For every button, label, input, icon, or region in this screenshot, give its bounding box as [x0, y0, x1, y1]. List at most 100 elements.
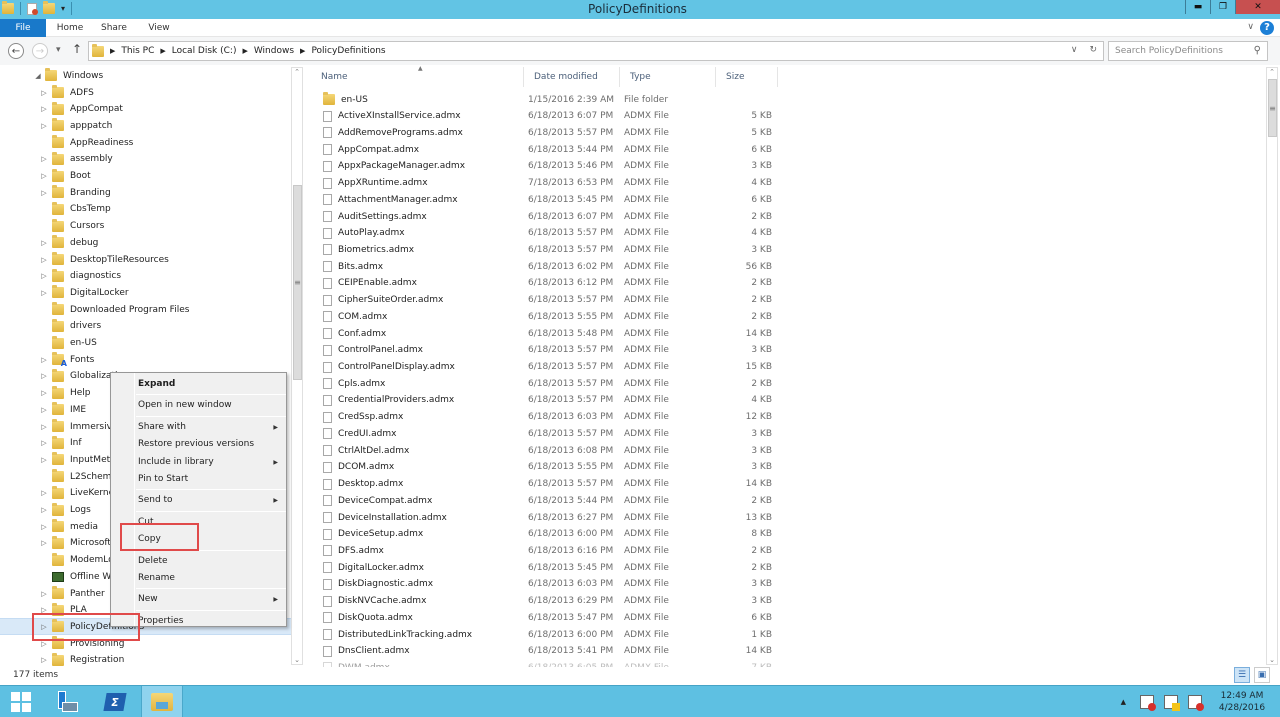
expand-arrow-icon[interactable]: ▷ — [40, 590, 48, 598]
file-row[interactable]: Biometrics.admx 6/18/2013 5:57 PM ADMX Fil… — [305, 241, 785, 258]
file-row[interactable]: AddRemovePrograms.admx 6/18/2013 5:57 PM A… — [305, 124, 785, 141]
tree-item[interactable]: CbsTemp — [0, 201, 291, 218]
breadcrumb-local-disk[interactable]: Local Disk (C:) — [172, 46, 237, 56]
file-row[interactable]: DFS.admx 6/18/2013 6:16 PM ADMX File 2 KB — [305, 542, 785, 559]
file-row[interactable]: DiskQuota.admx 6/18/2013 5:47 PM ADMX File… — [305, 609, 785, 626]
expand-arrow-icon[interactable]: ▷ — [40, 155, 48, 163]
file-row[interactable]: DWM.admx6/18/2013 6:05 PMADMX File7 KB — [305, 659, 785, 667]
menu-item-pin-to-start[interactable]: Pin to Start — [138, 471, 286, 488]
file-row[interactable]: Bits.admx 6/18/2013 6:02 PM ADMX File 56 KB — [305, 258, 785, 275]
chevron-right-icon[interactable]: ▶ — [300, 47, 305, 55]
expand-arrow-icon[interactable]: ▷ — [40, 356, 48, 364]
menu-item-send-to[interactable]: Send to ▶ — [138, 492, 286, 509]
back-button[interactable]: ← — [8, 43, 24, 59]
file-row[interactable]: DiskDiagnostic.admx 6/18/2013 6:03 PM ADMX… — [305, 576, 785, 593]
volume-icon[interactable] — [1188, 694, 1204, 711]
expand-arrow-icon[interactable]: ▷ — [40, 489, 48, 497]
clock[interactable]: 12:49 AM 4/28/2016 — [1212, 690, 1272, 714]
file-row[interactable]: AttachmentManager.admx 6/18/2013 5:45 PM A… — [305, 191, 785, 208]
file-row[interactable]: CEIPEnable.admx 6/18/2013 6:12 PM ADMX Fil… — [305, 275, 785, 292]
scroll-up-icon[interactable]: ⌃ — [1267, 68, 1277, 76]
file-row[interactable]: Desktop.admx 6/18/2013 5:57 PM ADMX File 14… — [305, 476, 785, 493]
expand-arrow-icon[interactable]: ▷ — [40, 272, 48, 280]
start-button[interactable] — [0, 686, 42, 717]
expand-arrow-icon[interactable]: ▷ — [40, 539, 48, 547]
file-row[interactable]: AutoPlay.admx 6/18/2013 5:57 PM ADMX File 4… — [305, 225, 785, 242]
file-row[interactable]: AuditSettings.admx 6/18/2013 6:07 PM ADMX … — [305, 208, 785, 225]
expand-arrow-icon[interactable]: ▷ — [40, 439, 48, 447]
expand-arrow-icon[interactable]: ▷ — [40, 239, 48, 247]
column-header-date[interactable]: Date modified — [524, 67, 620, 87]
tree-item-windows[interactable]: ◢ Windows — [0, 67, 291, 84]
refresh-icon[interactable]: ↻ — [1089, 45, 1097, 55]
search-input[interactable]: Search PolicyDefinitions ⚲ — [1108, 41, 1268, 61]
tree-item[interactable]: Downloaded Program Files — [0, 301, 291, 318]
close-button[interactable]: ✕ — [1235, 0, 1280, 14]
up-button[interactable]: ↑ — [72, 42, 82, 56]
expand-arrow-icon[interactable]: ▷ — [40, 389, 48, 397]
tree-item[interactable]: ▷ ADFS — [0, 84, 291, 101]
tab-view[interactable]: View — [142, 19, 176, 37]
tree-item[interactable]: ▷ DigitalLocker — [0, 284, 291, 301]
menu-item-rename[interactable]: Rename — [138, 570, 286, 587]
tab-file[interactable]: File — [0, 19, 46, 37]
tree-item[interactable]: ▷ Registration — [0, 652, 291, 667]
tree-item[interactable]: AppReadiness — [0, 134, 291, 151]
scroll-thumb[interactable]: ≡ — [1268, 79, 1277, 137]
tree-item[interactable]: ▷ assembly — [0, 151, 291, 168]
breadcrumb-this-pc[interactable]: This PC — [121, 46, 154, 56]
expand-arrow-icon[interactable]: ▷ — [40, 406, 48, 414]
file-row[interactable]: ControlPanelDisplay.admx 6/18/2013 5:57 P… — [305, 359, 785, 376]
tree-item[interactable]: ▷ apppatch — [0, 117, 291, 134]
tree-item[interactable]: en-US — [0, 335, 291, 352]
folder-row[interactable]: en-US 1/15/2016 2:39 AM File folder — [305, 91, 785, 108]
chevron-right-icon[interactable]: ▶ — [110, 47, 115, 55]
expand-arrow-icon[interactable]: ▷ — [40, 423, 48, 431]
file-row[interactable]: DeviceSetup.admx 6/18/2013 6:00 PM ADMX Fi… — [305, 526, 785, 543]
scroll-up-icon[interactable]: ⌃ — [292, 68, 302, 76]
file-row[interactable]: CredUI.admx 6/18/2013 5:57 PM ADMX File 3 K… — [305, 425, 785, 442]
nav-pane-scrollbar[interactable]: ⌃ ≡ ⌄ — [291, 67, 303, 665]
expand-arrow-icon[interactable]: ▷ — [40, 122, 48, 130]
tab-share[interactable]: Share — [96, 19, 132, 37]
chevron-right-icon[interactable]: ▶ — [160, 47, 165, 55]
expand-arrow-icon[interactable]: ▷ — [40, 456, 48, 464]
expand-arrow-icon[interactable]: ▷ — [40, 523, 48, 531]
scroll-thumb[interactable]: ≡ — [293, 185, 302, 380]
minimize-button[interactable]: ▬ — [1185, 0, 1210, 14]
action-center-icon[interactable] — [1140, 694, 1156, 711]
column-header-size[interactable]: Size — [716, 67, 778, 87]
file-list-scrollbar[interactable]: ⌃ ≡ ⌄ — [1266, 67, 1278, 665]
file-row[interactable]: AppCompat.admx 6/18/2013 5:44 PM ADMX File… — [305, 141, 785, 158]
expand-arrow-icon[interactable]: ▷ — [40, 656, 48, 664]
details-view-button[interactable]: ☰ — [1234, 667, 1250, 683]
expand-arrow-icon[interactable]: ▷ — [40, 189, 48, 197]
file-row[interactable]: DnsClient.admx 6/18/2013 5:41 PM ADMX File… — [305, 643, 785, 660]
tree-item[interactable]: drivers — [0, 318, 291, 335]
expand-arrow-icon[interactable]: ▷ — [40, 172, 48, 180]
file-row[interactable]: DistributedLinkTracking.admx 6/18/2013 6:… — [305, 626, 785, 643]
file-row[interactable]: CredSsp.admx 6/18/2013 6:03 PM ADMX File 12… — [305, 409, 785, 426]
tree-item[interactable]: ▷ Boot — [0, 168, 291, 185]
menu-item-restore-previous-versions[interactable]: Restore previous versions — [138, 436, 286, 453]
file-row[interactable]: CredentialProviders.admx 6/18/2013 5:57 P… — [305, 392, 785, 409]
expand-arrow-icon[interactable]: ▷ — [40, 89, 48, 97]
column-header-type[interactable]: Type — [620, 67, 716, 87]
breadcrumb-windows[interactable]: Windows — [254, 46, 294, 56]
file-row[interactable]: AppxPackageManager.admx 6/18/2013 5:46 PM… — [305, 158, 785, 175]
menu-item-new[interactable]: New ▶ — [138, 591, 286, 608]
address-dropdown-icon[interactable]: ∨ — [1071, 45, 1078, 55]
menu-item-include-in-library[interactable]: Include in library ▶ — [138, 454, 286, 471]
restore-button[interactable]: ❐ — [1210, 0, 1235, 14]
show-hidden-icons[interactable]: ▲ — [1121, 698, 1126, 706]
expand-ribbon-icon[interactable]: ∨ — [1247, 22, 1254, 32]
tree-item[interactable]: ▷ debug — [0, 234, 291, 251]
file-row[interactable]: Conf.admx 6/18/2013 5:48 PM ADMX File 14 KB — [305, 325, 785, 342]
breadcrumb-policydefinitions[interactable]: PolicyDefinitions — [311, 46, 385, 56]
scroll-down-icon[interactable]: ⌄ — [1267, 656, 1277, 664]
menu-item-expand[interactable]: Expand — [138, 376, 286, 393]
file-row[interactable]: COM.admx 6/18/2013 5:55 PM ADMX File 2 KB — [305, 308, 785, 325]
file-row[interactable]: DigitalLocker.admx 6/18/2013 5:45 PM ADMX … — [305, 559, 785, 576]
tree-item[interactable]: ▷ AppCompat — [0, 101, 291, 118]
menu-item-open-in-new-window[interactable]: Open in new window — [138, 397, 286, 414]
